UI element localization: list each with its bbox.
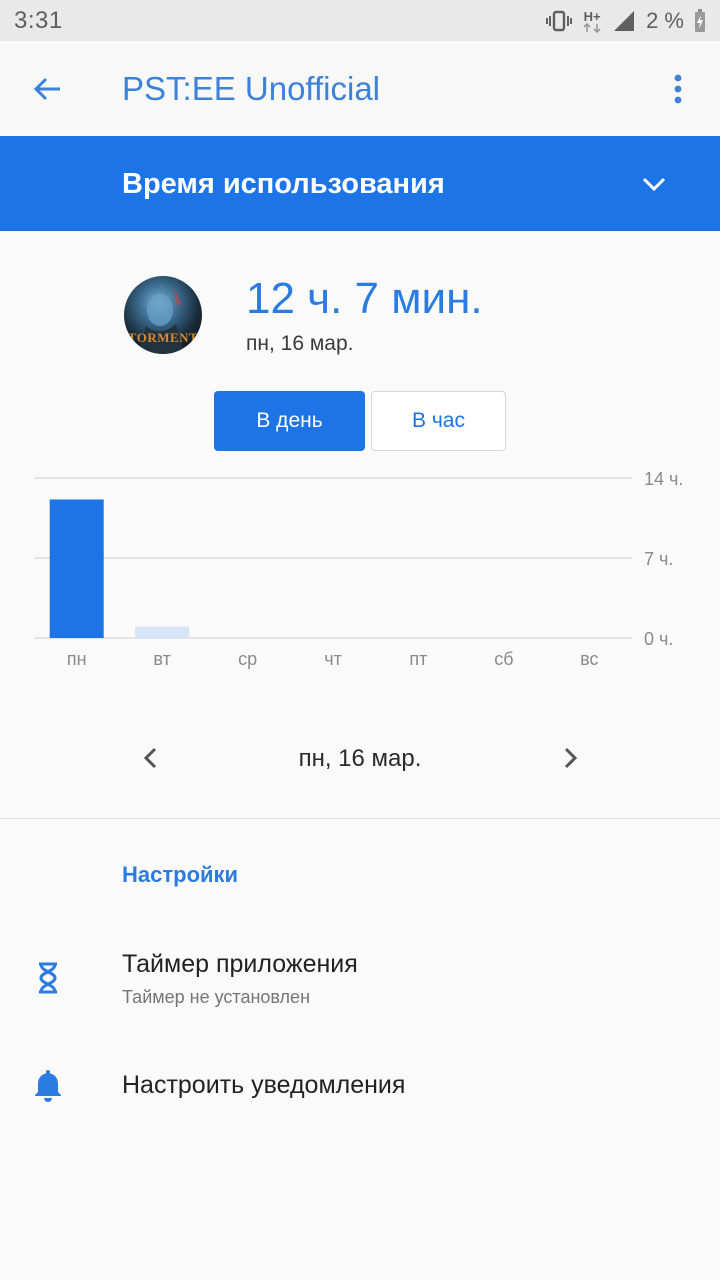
- notifications-title: Настроить уведомления: [122, 1071, 406, 1099]
- hourglass-icon: [28, 958, 68, 998]
- y-tick-label: 0 ч.: [644, 629, 673, 649]
- notifications-setting[interactable]: Настроить уведомления: [0, 1050, 720, 1130]
- selected-date: пн, 16 мар.: [298, 745, 422, 772]
- x-tick-label: вс: [580, 649, 598, 669]
- bar-0[interactable]: [49, 499, 104, 638]
- vibrate-icon: [546, 10, 573, 32]
- status-icons: H+ 2 %: [546, 6, 706, 36]
- app-timer-subtitle: Таймер не установлен: [122, 987, 311, 1007]
- settings-header: Настройки: [122, 862, 239, 887]
- x-tick-label: пт: [409, 649, 427, 669]
- usage-type-dropdown[interactable]: Время использования: [0, 136, 720, 231]
- previous-day-button[interactable]: [130, 738, 170, 778]
- app-timer-title: Таймер приложения: [122, 950, 358, 978]
- usage-date: пн, 16 мар.: [246, 332, 354, 355]
- more-vert-icon: [674, 74, 682, 104]
- x-tick-label: чт: [324, 649, 342, 669]
- chevron-down-icon: [642, 177, 666, 191]
- app-timer-setting[interactable]: Таймер приложения Таймер не установлен: [0, 930, 720, 1030]
- arrow-left-icon: [33, 77, 60, 101]
- network-type-label: H+: [583, 8, 601, 24]
- status-bar: 3:31 H+ 2 %: [0, 0, 720, 41]
- signal-icon: [612, 10, 636, 32]
- next-day-button[interactable]: [551, 738, 591, 778]
- chevron-right-icon: [564, 747, 578, 769]
- total-usage-time: 12 ч. 7 мин.: [246, 274, 483, 323]
- y-tick-label: 7 ч.: [644, 549, 673, 569]
- per-day-toggle[interactable]: В день: [214, 391, 365, 451]
- app-bar: PST:EE Unofficial: [0, 41, 720, 137]
- x-tick-label: ср: [238, 649, 257, 669]
- expand-dropdown[interactable]: [636, 166, 672, 202]
- y-tick-label: 14 ч.: [644, 469, 683, 489]
- more-options-button[interactable]: [654, 65, 702, 113]
- app-title: PST:EE Unofficial: [122, 70, 381, 107]
- chevron-left-icon: [143, 747, 157, 769]
- per-hour-toggle[interactable]: В час: [371, 391, 506, 451]
- network-type-icon: H+: [582, 10, 602, 33]
- usage-type-title: Время использования: [122, 168, 445, 200]
- date-navigation: пн, 16 мар.: [0, 730, 720, 790]
- x-tick-label: сб: [494, 649, 513, 669]
- x-tick-label: вт: [153, 649, 170, 669]
- bar-1[interactable]: [135, 626, 190, 638]
- back-button[interactable]: [24, 65, 72, 113]
- battery-level: 2 %: [646, 8, 684, 33]
- app-icon: TORMENT: [124, 276, 202, 354]
- usage-bar-chart: 14 ч. 7 ч. 0 ч. пн вт ср чт пт сб вс: [34, 469, 683, 669]
- status-time: 3:31: [14, 7, 63, 34]
- divider: [0, 818, 720, 819]
- app-icon-label: TORMENT: [127, 330, 199, 345]
- x-tick-label: пн: [67, 649, 87, 669]
- battery-icon: [694, 9, 706, 33]
- bell-icon: [28, 1065, 68, 1105]
